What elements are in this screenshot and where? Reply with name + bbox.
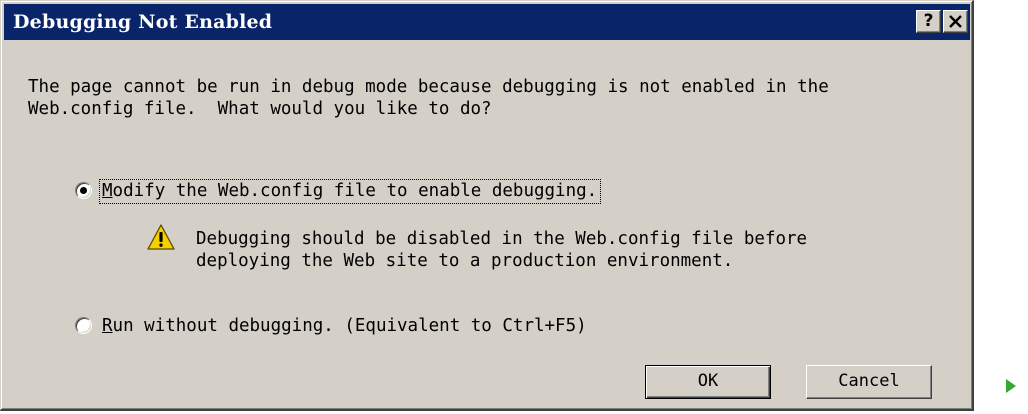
screen: Debugging Not Enabled ? The page cannot …	[0, 0, 1028, 414]
accesskey-m: M	[102, 181, 113, 201]
warning-icon	[147, 224, 175, 250]
dialog-title: Debugging Not Enabled	[13, 11, 273, 33]
radio-enable-debugging[interactable]	[75, 182, 92, 199]
dialog-message: The page cannot be run in debug mode bec…	[28, 76, 953, 120]
play-arrow-icon[interactable]	[1006, 379, 1016, 393]
warning-line-1: Debugging should be disabled in the Web.…	[196, 229, 808, 249]
radio-run-without-debugging[interactable]	[75, 317, 92, 334]
debugging-dialog: Debugging Not Enabled ? The page cannot …	[0, 0, 974, 411]
warning-message: Debugging should be disabled in the Web.…	[196, 228, 807, 272]
option-enable-debugging-label[interactable]: Modify the Web.config file to enable deb…	[98, 179, 602, 204]
cancel-button[interactable]: Cancel	[806, 365, 932, 399]
close-icon	[949, 15, 962, 28]
accesskey-r: R	[102, 316, 113, 336]
radio-selected-dot	[80, 187, 87, 194]
warning-line-2: deploying the Web site to a production e…	[196, 251, 734, 271]
close-button[interactable]	[943, 10, 968, 33]
ok-button[interactable]: OK	[645, 365, 771, 399]
help-button[interactable]: ?	[916, 10, 941, 33]
option-run-without-debugging-label[interactable]: Run without debugging. (Equivalent to Ct…	[102, 315, 587, 337]
option-1-text: odify the Web.config file to enable debu…	[112, 181, 598, 201]
message-line-2: Web.config file. What would you like to …	[28, 99, 492, 119]
title-bar[interactable]: Debugging Not Enabled ?	[4, 4, 970, 40]
message-line-1: The page cannot be run in debug mode bec…	[28, 77, 829, 97]
option-2-text: un without debugging. (Equivalent to Ctr…	[112, 316, 587, 336]
